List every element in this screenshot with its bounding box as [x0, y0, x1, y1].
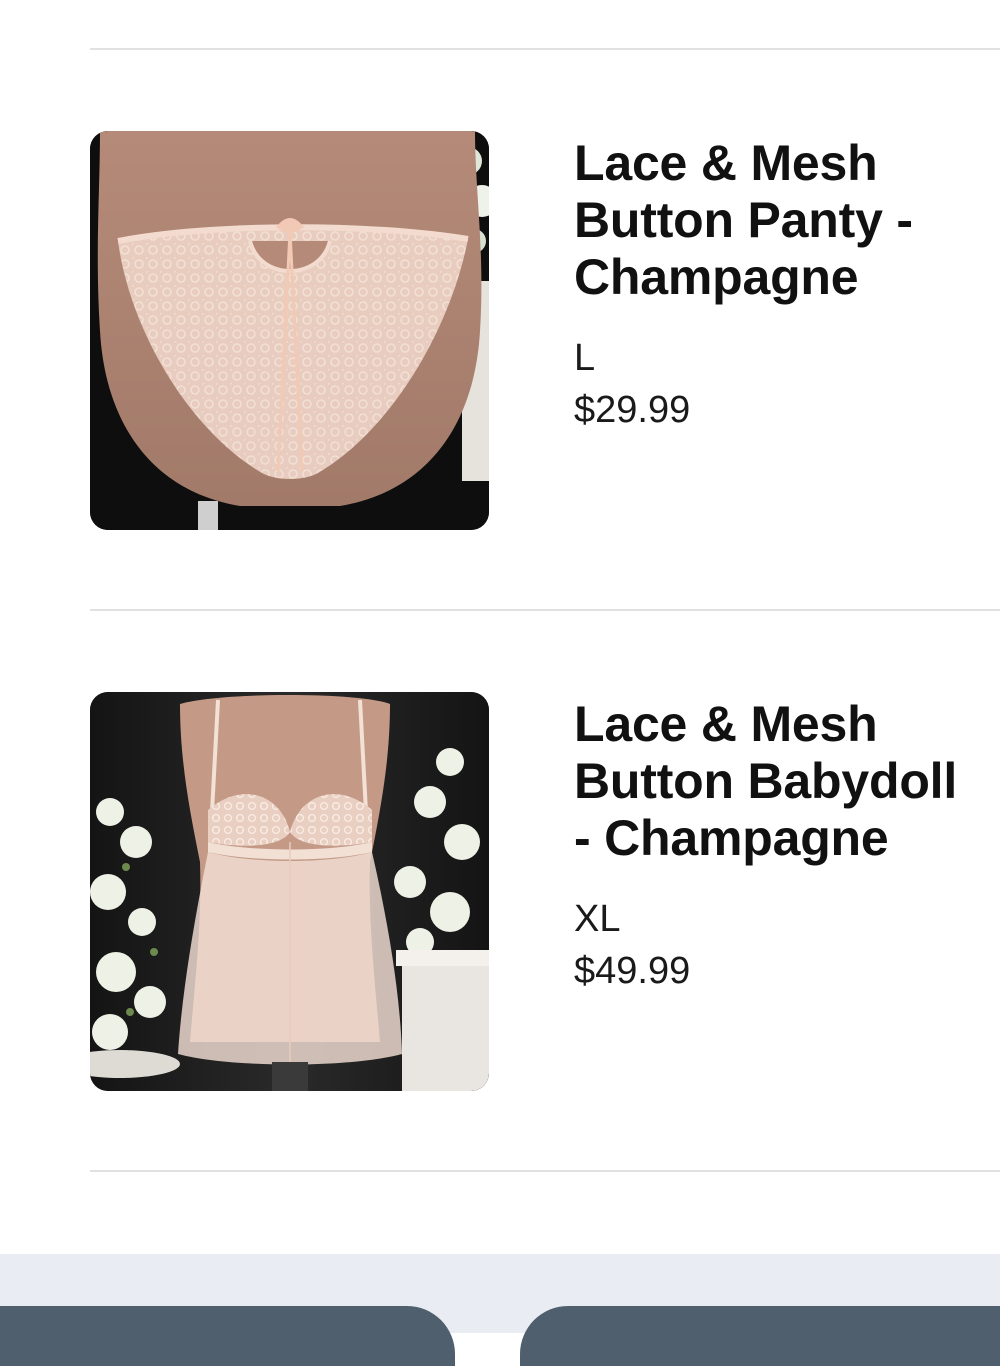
item-details: Lace & Mesh Button Panty - Champagne L $…: [574, 131, 984, 434]
divider-middle: [90, 609, 1000, 611]
item-price: $29.99: [574, 389, 691, 431]
item-price: $49.99: [574, 950, 691, 992]
cart-item[interactable]: Lace & Mesh Button Babydoll - Champagne …: [90, 692, 1000, 1092]
divider-top: [90, 48, 1000, 50]
item-size: XL: [574, 898, 621, 940]
item-details: Lace & Mesh Button Babydoll - Champagne …: [574, 692, 984, 995]
item-size: L: [574, 337, 596, 379]
footer-right-button[interactable]: [520, 1306, 1000, 1366]
product-image[interactable]: [90, 692, 489, 1091]
cart-item[interactable]: Lace & Mesh Button Panty - Champagne L $…: [90, 131, 1000, 531]
footer-left-button[interactable]: [0, 1306, 455, 1366]
divider-bottom: [90, 1170, 1000, 1172]
item-title[interactable]: Lace & Mesh Button Babydoll - Champagne: [574, 696, 984, 867]
item-title[interactable]: Lace & Mesh Button Panty - Champagne: [574, 135, 984, 306]
product-image[interactable]: [90, 131, 489, 530]
